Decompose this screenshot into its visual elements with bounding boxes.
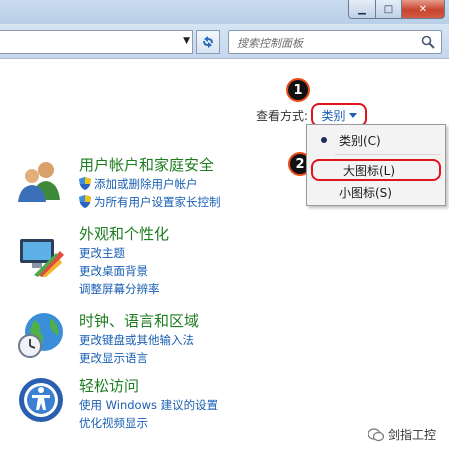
search-box[interactable] bbox=[228, 30, 442, 54]
wechat-icon bbox=[368, 427, 384, 441]
refresh-icon bbox=[203, 36, 213, 48]
chevron-down-icon[interactable]: ▼ bbox=[183, 36, 190, 46]
category-link-label: 为所有用户设置家长控制 bbox=[94, 195, 221, 209]
window-controls: ▁ □ ✕ bbox=[348, 0, 445, 19]
refresh-button[interactable] bbox=[196, 30, 220, 54]
address-bar[interactable]: ▼ bbox=[0, 30, 193, 54]
uac-shield-icon bbox=[79, 195, 91, 208]
search-icon[interactable] bbox=[421, 35, 435, 49]
category-link[interactable]: 使用 Windows 建议的设置 bbox=[79, 397, 218, 413]
menu-item-label: 大图标(L) bbox=[343, 163, 396, 178]
category-clock-language-region: 时钟、语言和区域 更改键盘或其他输入法 更改显示语言 bbox=[16, 310, 276, 370]
close-button[interactable]: ✕ bbox=[402, 0, 445, 19]
category-user-accounts: 用户帐户和家庭安全 添加或删除用户帐户 为所有用户设置家长控制 bbox=[16, 154, 276, 214]
menu-item-label: 小图标(S) bbox=[339, 185, 392, 200]
watermark-text: 剑指工控 bbox=[388, 428, 437, 442]
category-link[interactable]: 添加或删除用户帐户 bbox=[79, 176, 198, 192]
category-link[interactable]: 更改主题 bbox=[79, 245, 125, 261]
globe-clock-icon bbox=[18, 313, 63, 358]
category-title[interactable]: 时钟、语言和区域 bbox=[79, 310, 199, 331]
menu-item-label: 类别(C) bbox=[339, 133, 381, 148]
view-by-value: 类别 bbox=[321, 108, 346, 123]
category-link[interactable]: 更改键盘或其他输入法 bbox=[79, 332, 194, 348]
uac-shield-icon bbox=[79, 177, 91, 190]
category-link[interactable]: 为所有用户设置家长控制 bbox=[79, 194, 221, 210]
category-link-label: 添加或删除用户帐户 bbox=[94, 177, 198, 191]
maximize-button[interactable]: □ bbox=[376, 0, 402, 19]
search-input[interactable] bbox=[235, 34, 419, 52]
menu-item-small-icons[interactable]: 小图标(S) bbox=[309, 181, 441, 203]
monitor-paint-icon bbox=[20, 239, 64, 277]
category-appearance: 外观和个性化 更改主题 更改桌面背景 调整屏幕分辨率 bbox=[16, 223, 276, 298]
view-by-label: 查看方式: bbox=[256, 109, 309, 123]
dropdown-arrow-icon bbox=[348, 113, 357, 118]
title-bar: ▁ □ ✕ bbox=[0, 0, 449, 24]
watermark: 剑指工控 bbox=[368, 426, 436, 443]
minimize-button[interactable]: ▁ bbox=[348, 0, 376, 19]
category-title[interactable]: 外观和个性化 bbox=[79, 223, 169, 244]
step-1-badge: 1 bbox=[288, 80, 308, 100]
category-link[interactable]: 优化视频显示 bbox=[79, 415, 148, 431]
users-icon bbox=[18, 162, 60, 202]
category-ease-of-access: 轻松访问 使用 Windows 建议的设置 优化视频显示 bbox=[16, 375, 276, 435]
menu-item-category[interactable]: 类别(C) bbox=[309, 129, 441, 151]
menu-item-large-icons[interactable]: 大图标(L) bbox=[311, 159, 441, 181]
category-title[interactable]: 轻松访问 bbox=[79, 375, 139, 396]
ease-of-access-icon bbox=[19, 378, 63, 422]
menu-separator bbox=[335, 154, 441, 155]
category-link[interactable]: 更改桌面背景 bbox=[79, 263, 148, 279]
category-title[interactable]: 用户帐户和家庭安全 bbox=[79, 154, 214, 175]
navigation-bar: ▼ bbox=[0, 24, 449, 59]
view-by-menu: 类别(C) 大图标(L) 小图标(S) bbox=[306, 124, 446, 206]
radio-selected-icon bbox=[321, 137, 327, 143]
category-link[interactable]: 调整屏幕分辨率 bbox=[79, 281, 160, 297]
category-link[interactable]: 更改显示语言 bbox=[79, 350, 148, 366]
